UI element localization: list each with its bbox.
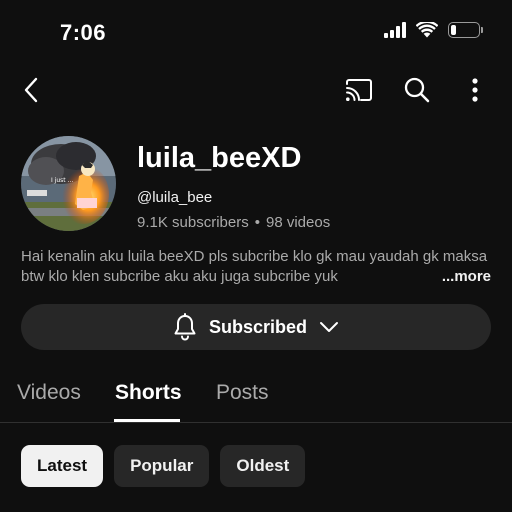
- chip-latest[interactable]: Latest: [21, 445, 104, 487]
- channel-handle: @luila_bee: [137, 189, 213, 206]
- channel-tabs: Videos Shorts Posts: [0, 364, 512, 423]
- sort-chips: Latest Popular Oldest: [21, 445, 306, 487]
- battery-level: [451, 25, 456, 35]
- status-icons: [384, 22, 483, 38]
- channel-info: luila_beeXD @luila_bee 9.1K subscribers …: [137, 136, 330, 233]
- tab-videos[interactable]: Videos: [17, 380, 81, 406]
- more-options-button[interactable]: [455, 70, 495, 110]
- channel-stats: 9.1K subscribers • 98 videos: [137, 213, 330, 233]
- stats-separator: •: [254, 214, 260, 231]
- channel-header: I just ... luila_beeXD @luila_bee 9.1K s…: [21, 136, 492, 234]
- bell-icon: [174, 313, 196, 341]
- subscribed-label: Subscribed: [208, 316, 308, 337]
- back-button[interactable]: [12, 70, 52, 110]
- chip-oldest[interactable]: Oldest: [220, 445, 306, 487]
- cellular-signal-icon: [384, 22, 406, 38]
- more-link[interactable]: ...more: [411, 267, 491, 287]
- more-vert-icon: [472, 78, 478, 102]
- tab-posts[interactable]: Posts: [216, 380, 269, 406]
- avatar-caption: I just ...: [51, 177, 73, 184]
- channel-avatar[interactable]: I just ...: [21, 136, 116, 231]
- cast-icon: [346, 79, 372, 101]
- channel-page: 7:06 I just ... luila_beeXD @luila_bee 9…: [0, 0, 512, 512]
- subscriber-count: 9.1K subscribers: [137, 214, 249, 231]
- chip-popular[interactable]: Popular: [114, 445, 210, 487]
- status-time: 7:06: [60, 20, 107, 45]
- channel-name: luila_beeXD: [137, 142, 302, 174]
- subscribed-button[interactable]: Subscribed: [21, 304, 491, 350]
- cast-button[interactable]: [339, 70, 379, 110]
- search-button[interactable]: [397, 70, 437, 110]
- active-tab-indicator: [114, 419, 180, 422]
- status-bar: 7:06: [0, 0, 512, 64]
- tab-shorts[interactable]: Shorts: [115, 380, 182, 406]
- battery-icon: [448, 22, 483, 38]
- avatar-image: I just ...: [21, 136, 116, 231]
- wifi-icon: [416, 22, 438, 38]
- chevron-down-icon: [320, 322, 339, 332]
- channel-description[interactable]: Hai kenalin aku luila beeXD pls subcribe…: [21, 247, 491, 287]
- video-count: 98 videos: [265, 214, 331, 231]
- search-icon: [404, 77, 430, 103]
- app-bar: [0, 68, 512, 114]
- back-icon: [24, 77, 38, 103]
